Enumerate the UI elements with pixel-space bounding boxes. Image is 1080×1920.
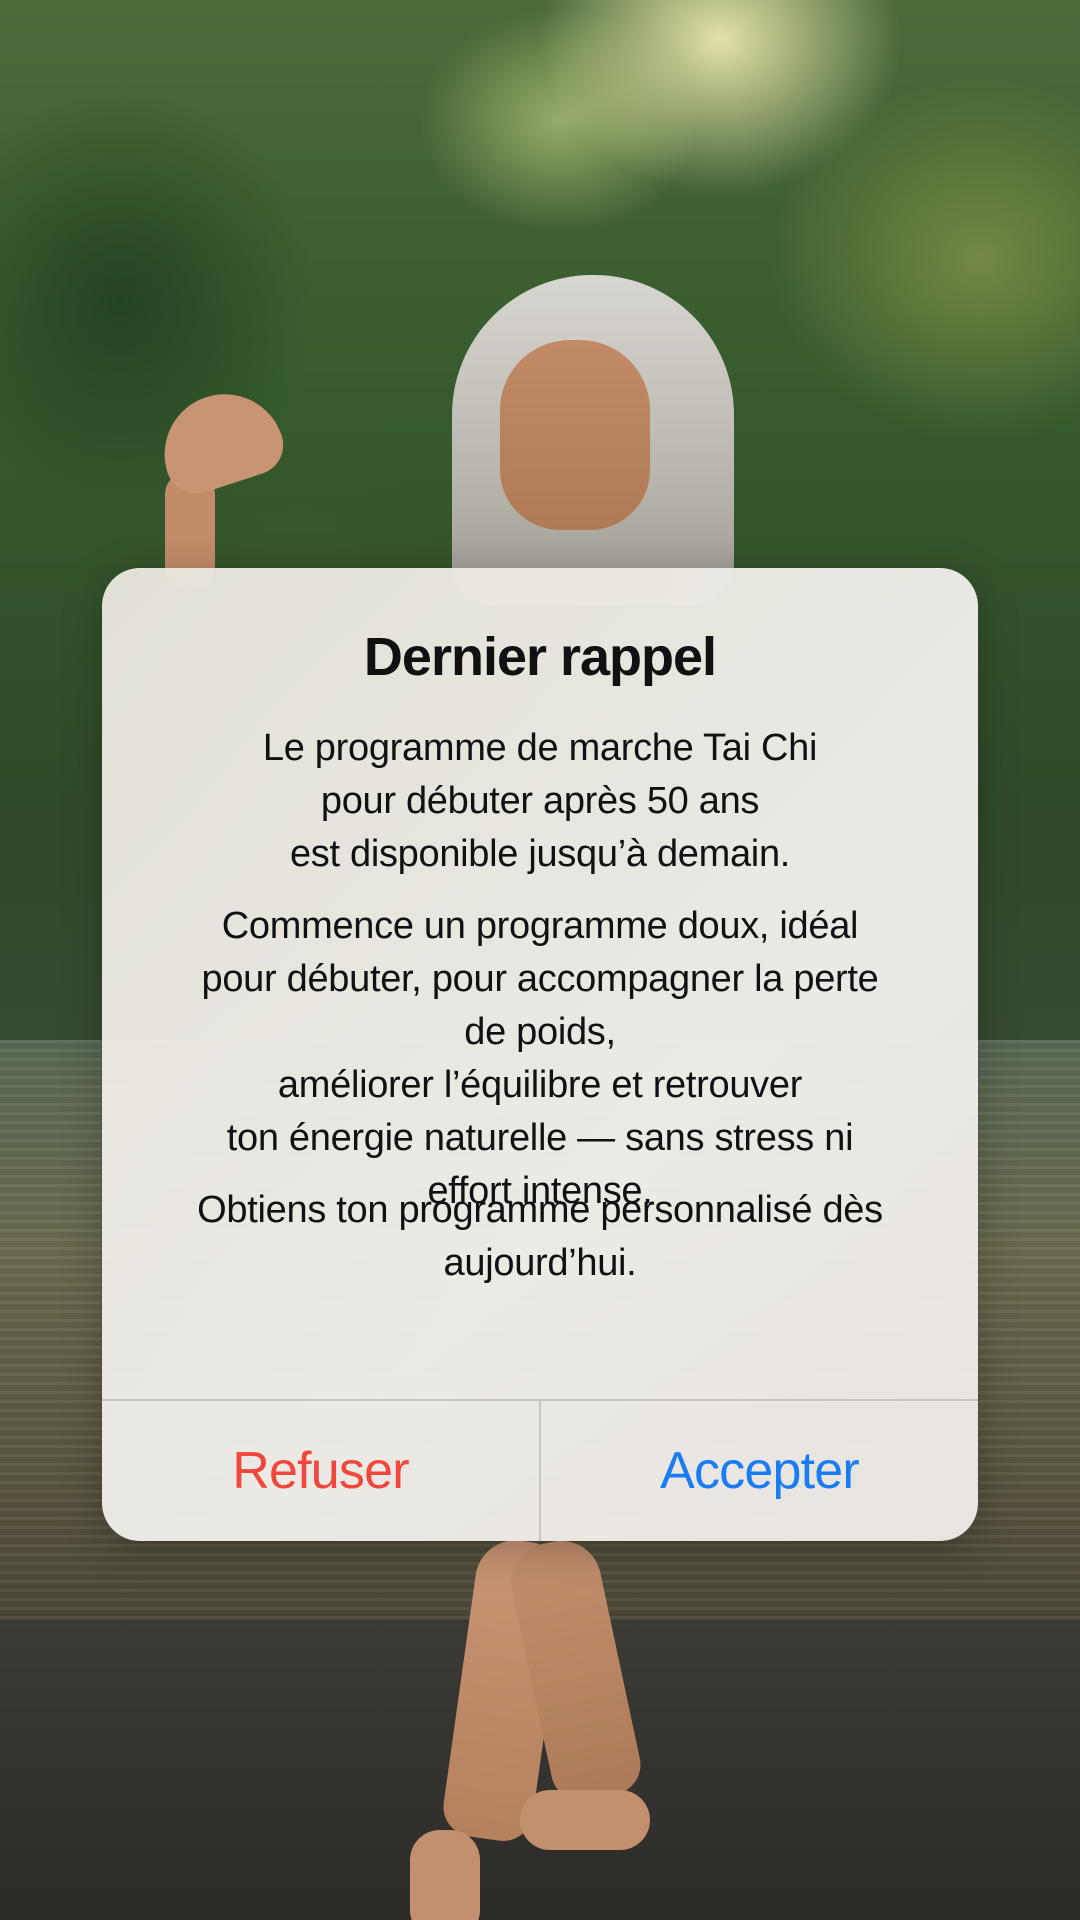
paragraph-line: pour débuter, pour accompagner la perte [201,958,879,1000]
dialog-paragraph-availability: Le programme de marche Tai Chi pour débu… [142,722,938,881]
person-face [500,340,650,530]
paragraph-line: est disponible jusqu’à demain. [289,833,791,875]
person-legs [410,1533,670,1920]
dialog-paragraph-description: Commence un programme doux, idéal pour d… [142,900,938,1218]
paragraph-line: Obtiens ton programme personnalisé dès [197,1189,883,1231]
person-foot-left [410,1830,480,1920]
paragraph-line: Le programme de marche Tai Chi [262,727,818,769]
paragraph-line: Commence un programme doux, idéal [221,905,859,947]
paragraph-line: de poids, [464,1011,616,1053]
paragraph-line: aujourd’hui. [443,1242,637,1284]
screen: Dernier rappel Le programme de marche Ta… [0,0,1080,1920]
person-foot-right [520,1790,650,1850]
accept-button[interactable]: Accepter [541,1401,978,1541]
dialog-body: Dernier rappel Le programme de marche Ta… [102,568,978,1399]
paragraph-line: améliorer l’équilibre et retrouver [277,1064,803,1106]
dialog-title: Dernier rappel [363,627,717,687]
paragraph-line: pour débuter après 50 ans [320,780,760,822]
reminder-dialog: Dernier rappel Le programme de marche Ta… [102,568,978,1541]
refuse-button[interactable]: Refuser [102,1401,539,1541]
paragraph-line: ton énergie naturelle — sans stress ni [226,1117,854,1159]
dialog-paragraph-cta: Obtiens ton programme personnalisé dès a… [142,1184,938,1290]
